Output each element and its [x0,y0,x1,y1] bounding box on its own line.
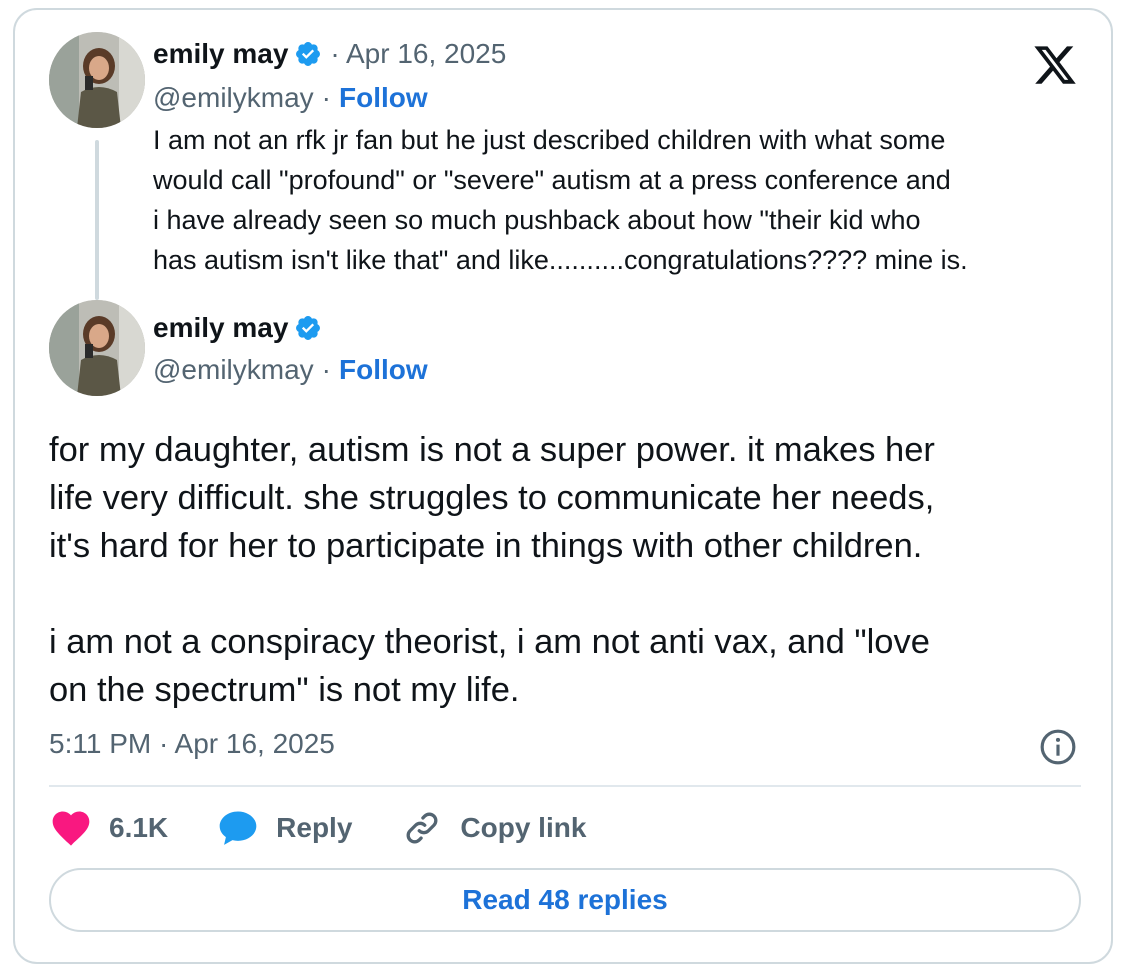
verified-badge-icon [294,314,322,342]
divider [49,785,1081,787]
tweet-timestamp[interactable]: 5:11 PM · Apr 16, 2025 [49,728,335,760]
reply-button[interactable]: Reply [216,806,352,850]
author-handle[interactable]: @emilykmay [153,354,314,386]
main-handle-row: @emilykmay · Follow [153,354,428,386]
author-handle[interactable]: @emilykmay [153,82,314,114]
separator-dot: · [321,354,331,385]
avatar[interactable] [49,32,145,128]
link-icon [400,806,444,850]
main-author-row: emily may [153,312,322,344]
read-replies-label: Read 48 replies [462,884,668,915]
follow-button[interactable]: Follow [339,82,428,114]
avatar-photo [49,32,145,128]
follow-button[interactable]: Follow [339,354,428,386]
avatar-photo [49,300,145,396]
reply-label: Reply [276,812,353,843]
post-date[interactable]: · Apr 16, 2025 [330,38,506,70]
heart-icon [49,806,93,850]
separator-dot: · [321,82,331,113]
quoted-handle-row: @emilykmay · Follow [153,82,428,114]
copy-link-button[interactable]: Copy link [400,806,586,850]
info-icon[interactable] [1039,728,1077,766]
thread-connector-line [95,140,99,300]
speech-bubble-icon [216,806,260,850]
like-button[interactable]: 6.1K [49,806,168,850]
read-replies-button[interactable]: Read 48 replies [49,868,1081,932]
quoted-tweet-text: I am not an rfk jr fan but he just descr… [153,125,968,275]
like-count: 6.1K [109,812,169,843]
quoted-author-row: emily may · Apr 16, 2025 [153,38,506,70]
tweet-embed-card: emily may · Apr 16, 2025 @emilykmay · Fo… [13,8,1113,964]
avatar[interactable] [49,300,145,396]
author-name[interactable]: emily may [153,312,288,344]
action-bar: 6.1K Reply Copy link [49,806,634,850]
verified-badge-icon [294,40,322,68]
copy-link-label: Copy link [460,812,587,843]
tweet-text: for my daughter, autism is not a super p… [49,431,935,709]
x-logo-icon[interactable] [1031,42,1079,88]
author-name[interactable]: emily may [153,38,288,70]
